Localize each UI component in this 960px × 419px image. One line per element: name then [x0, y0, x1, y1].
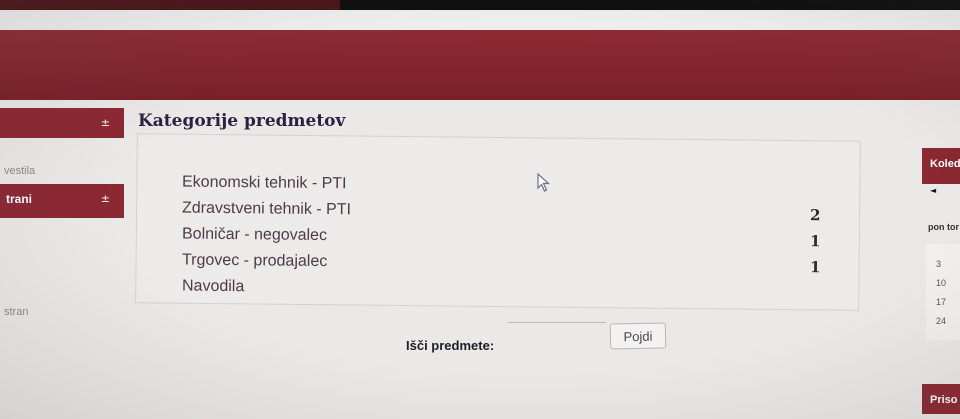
page-title: Kategorije predmetov — [138, 111, 346, 131]
calendar-block-header: Koledar — [922, 148, 960, 184]
mouse-pointer-icon — [537, 173, 551, 192]
category-link[interactable]: Bolničar - negovalec — [182, 226, 327, 246]
category-count: 1 — [809, 232, 821, 251]
sidebar-block-2-header[interactable]: trani ± — [0, 184, 124, 218]
category-link[interactable]: Trgovec - prodajalec — [182, 252, 327, 272]
sidebar-block-1-header[interactable]: ± — [0, 108, 124, 138]
top-bar — [0, 10, 960, 30]
sidebar-link-news[interactable]: vestila — [4, 165, 35, 177]
sidebar-link-page[interactable]: stran — [4, 306, 28, 318]
calendar-day[interactable]: 24 — [936, 316, 946, 326]
category-link[interactable]: Navodila — [182, 278, 244, 297]
calendar-day[interactable]: 3 — [936, 259, 941, 269]
calendar-day[interactable]: 10 — [936, 278, 946, 288]
attachments-block-header: Priso — [922, 384, 960, 414]
sidebar-block-2-title: trani — [6, 192, 33, 206]
category-link[interactable]: Zdravstveni tehnik - PTI — [182, 200, 351, 220]
calendar-weekday-header: pon tor — [928, 222, 959, 232]
site-banner — [0, 30, 960, 100]
category-count: 2 — [809, 206, 821, 225]
collapse-toggle-icon[interactable]: ± — [101, 116, 110, 129]
search-label: Išči predmete: — [406, 338, 495, 353]
calendar-title: Koledar — [930, 158, 960, 170]
category-link[interactable]: Ekonomski tehnik - PTI — [182, 174, 347, 194]
calendar-prev-icon[interactable]: ◄ — [930, 186, 936, 195]
calendar-day[interactable]: 17 — [936, 297, 946, 307]
search-input[interactable] — [508, 322, 606, 344]
collapse-toggle-icon[interactable]: ± — [101, 192, 110, 205]
search-button[interactable]: Pojdi — [609, 322, 667, 350]
attachments-title: Priso — [930, 394, 958, 406]
category-count: 1 — [809, 258, 821, 277]
